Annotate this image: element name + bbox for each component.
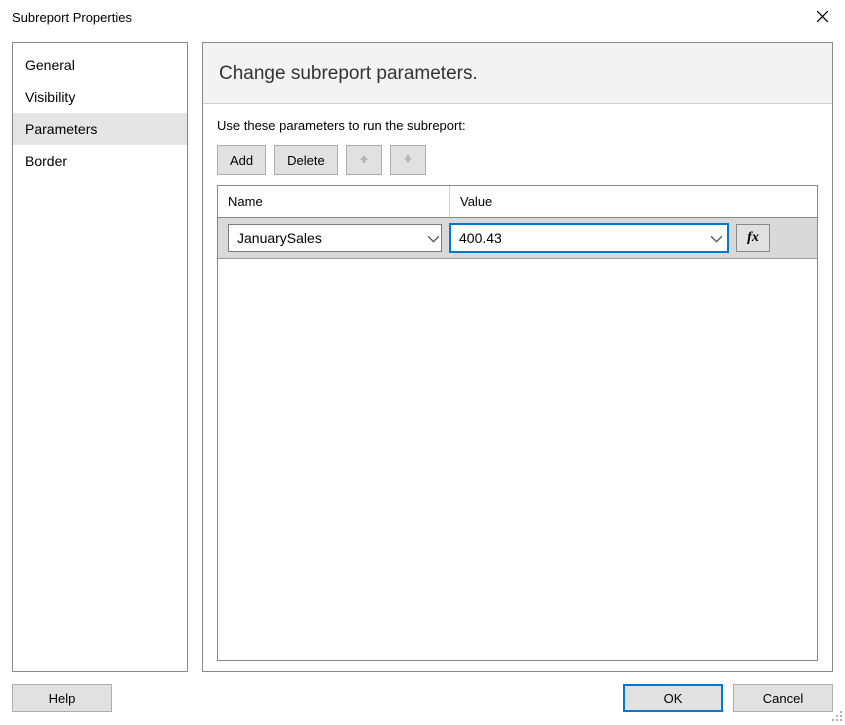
grid-header: Name Value [218,186,817,218]
column-header-value[interactable]: Value [450,186,817,217]
move-up-button[interactable] [346,145,382,175]
chevron-down-icon [428,231,439,246]
grid-row[interactable]: fx [218,218,817,259]
sidebar-item-border[interactable]: Border [13,145,187,177]
parameter-value-input[interactable] [451,225,705,251]
parameter-name-input[interactable] [229,225,426,251]
parameters-grid: Name Value [217,185,818,661]
name-dropdown-button[interactable] [426,225,441,251]
sidebar-item-general[interactable]: General [13,49,187,81]
move-down-button[interactable] [390,145,426,175]
help-button[interactable]: Help [12,684,112,712]
instruction-text: Use these parameters to run the subrepor… [217,118,818,133]
sidebar-item-label: Visibility [25,89,75,105]
sidebar-item-label: Border [25,153,67,169]
parameter-name-combo[interactable] [228,224,442,252]
sidebar: General Visibility Parameters Border [12,42,188,672]
panel-body: Use these parameters to run the subrepor… [203,104,832,671]
parameter-value-combo[interactable] [450,224,728,252]
sidebar-item-visibility[interactable]: Visibility [13,81,187,113]
expression-button[interactable]: fx [736,224,770,252]
sidebar-item-label: Parameters [25,121,97,137]
add-button[interactable]: Add [217,145,266,175]
sidebar-item-parameters[interactable]: Parameters [13,113,187,145]
fx-icon: fx [747,230,759,246]
sidebar-item-label: General [25,57,75,73]
resize-grip[interactable] [831,710,843,722]
main-panel: Change subreport parameters. Use these p… [202,42,833,672]
titlebar: Subreport Properties [0,0,845,34]
subreport-properties-dialog: Subreport Properties General Visibility … [0,0,845,724]
close-button[interactable] [799,0,845,34]
content-area: General Visibility Parameters Border Cha… [0,34,845,676]
arrow-down-icon [402,153,414,168]
window-title: Subreport Properties [12,10,799,25]
value-dropdown-button[interactable] [705,225,727,251]
dialog-footer: Help OK Cancel [0,676,845,724]
panel-heading: Change subreport parameters. [203,43,832,104]
chevron-down-icon [711,231,722,246]
parameters-toolbar: Add Delete [217,145,818,175]
grid-body: fx [218,218,817,660]
ok-button[interactable]: OK [623,684,723,712]
arrow-up-icon [358,153,370,168]
close-icon [817,10,828,25]
column-header-name[interactable]: Name [218,186,450,217]
delete-button[interactable]: Delete [274,145,338,175]
cancel-button[interactable]: Cancel [733,684,833,712]
